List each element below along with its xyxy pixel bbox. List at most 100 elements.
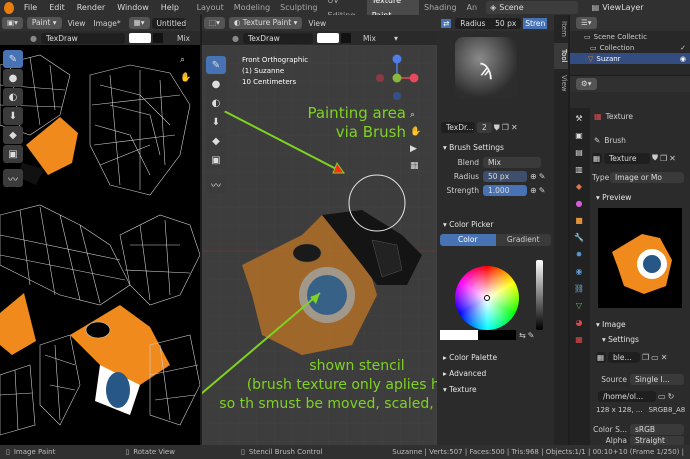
image-name-field[interactable]: Untitled <box>151 17 186 29</box>
particles-props-icon[interactable]: ✸ <box>572 247 586 261</box>
brush-context-row[interactable]: ✎ Brush <box>594 134 626 146</box>
strength-unit-icon[interactable]: ⊕ <box>530 186 537 195</box>
modifier-props-icon[interactable]: 🔧 <box>572 230 586 244</box>
mask-tool-icon[interactable]: ▣ <box>3 145 23 163</box>
menu-help[interactable]: Help <box>155 0 185 15</box>
image-menu[interactable]: Image* <box>89 19 124 28</box>
constraints-props-icon[interactable]: ⛓ <box>572 281 586 295</box>
viewport-mask-tool-icon[interactable]: ▣ <box>206 151 226 169</box>
grid-view-icon[interactable]: ▦ <box>410 158 421 175</box>
physics-props-icon[interactable]: ◉ <box>572 264 586 278</box>
texture-duplicate-icon[interactable]: ❐ <box>660 154 667 163</box>
properties-type-icon[interactable]: ⚙▾ <box>576 78 597 90</box>
color-wheel[interactable] <box>455 266 519 330</box>
texture-type-dropdown[interactable]: Image or Mo <box>610 171 684 183</box>
blend-dropdown[interactable]: Mix <box>483 157 541 168</box>
scene-collection-row[interactable]: ▭ Scene Collectic <box>570 31 690 42</box>
texture-paint-mode-dropdown[interactable]: ◐ Texture Paint ▾ <box>228 17 303 29</box>
viewport-secondary-swatch[interactable] <box>340 33 351 43</box>
texture-shield-icon[interactable]: ⛊ <box>652 153 658 163</box>
strength-pressure-icon[interactable]: ✎ <box>539 186 546 195</box>
texture-unlink-icon[interactable]: ✕ <box>669 154 676 163</box>
header-strength-field[interactable]: Stren <box>523 17 548 29</box>
suzanne-row[interactable]: ▽ Suzanr ◉ <box>570 53 690 64</box>
brush-settings-header[interactable]: ▾ Brush Settings <box>437 141 554 155</box>
image-open-icon[interactable]: ▭ <box>651 353 659 362</box>
navigation-gizmo[interactable] <box>372 53 422 103</box>
image-name-field[interactable]: ble... <box>608 351 640 363</box>
color-pressure-icon[interactable]: ✎ <box>528 331 535 340</box>
secondary-color-swatch[interactable] <box>152 33 163 43</box>
strength-field[interactable]: 1.000 <box>483 185 527 196</box>
image-browse-icon[interactable]: ▦▾ <box>128 17 150 29</box>
unlink-icon[interactable]: ✕ <box>511 123 518 132</box>
duplicate-icon[interactable]: ❐ <box>502 123 509 132</box>
viewport-blend-dropdown[interactable]: Mix <box>363 34 376 43</box>
color-palette-header[interactable]: ▸ Color Palette <box>437 350 554 366</box>
primary-color-swatch[interactable] <box>440 330 478 340</box>
color-tab[interactable]: Color <box>440 234 496 246</box>
viewport-smear-tool-icon[interactable]: ◐ <box>206 94 226 112</box>
secondary-color-box[interactable] <box>478 330 516 340</box>
image-section-header[interactable]: ▾ Image <box>590 318 626 332</box>
visibility-eye-icon[interactable]: ◉ <box>680 55 686 63</box>
soften-tool-icon[interactable]: ● <box>3 69 23 87</box>
swap-colors-icon[interactable]: ⇆ <box>519 331 526 340</box>
viewport-clone-tool-icon[interactable]: ⬇ <box>206 113 226 131</box>
fake-user-shield-icon[interactable]: ⛊ <box>494 123 500 133</box>
tab-item[interactable]: Item <box>554 15 568 43</box>
paint-mode-dropdown[interactable]: Paint ▾ <box>26 17 62 29</box>
settings-subheader[interactable]: ▾ Settings <box>596 333 639 347</box>
scene-selector[interactable]: ◈ Scene <box>486 1 578 14</box>
brush-datablock-name[interactable]: TexDr... <box>441 122 475 133</box>
brush-user-count[interactable]: 2 <box>477 122 492 133</box>
viewport-editor-type-icon[interactable]: ⬚▾ <box>204 17 225 29</box>
filepath-field[interactable]: /home/ol... <box>598 390 656 402</box>
viewport-draw-tool-icon[interactable]: ✎ <box>206 56 226 74</box>
image-editor[interactable]: ▣▾ Paint ▾ View Image* ▦▾ Untitled ● Tex… <box>0 15 200 445</box>
pan-hand-icon[interactable]: ✋ <box>180 73 191 83</box>
camera-icon[interactable]: ▶ <box>410 141 421 158</box>
image-browse-icon[interactable]: ▦ <box>596 351 606 363</box>
brush-color-swatch[interactable] <box>128 33 151 43</box>
object-props-icon[interactable]: ■ <box>572 213 586 227</box>
radius-unit-icon[interactable]: ⊕ <box>530 172 537 181</box>
viewlayer-selector[interactable]: ▤ ViewLayer <box>592 1 690 14</box>
scene-props-icon[interactable]: ◆ <box>572 179 586 193</box>
menu-edit[interactable]: Edit <box>43 0 71 15</box>
render-props-icon[interactable]: ▣ <box>572 128 586 142</box>
collection-check-icon[interactable]: ✓ <box>680 44 686 52</box>
source-dropdown[interactable]: Single I... <box>630 373 684 385</box>
radius-field[interactable]: 50 px <box>483 171 527 182</box>
tab-modeling[interactable]: Modeling <box>229 0 275 15</box>
outliner-type-icon[interactable]: ☰▾ <box>576 17 597 29</box>
zoom-icon[interactable]: ⌕ <box>180 55 185 65</box>
viewport-annotate-tool-icon[interactable]: 〰 <box>206 175 226 193</box>
radius-pressure-icon[interactable]: ✎ <box>539 172 546 181</box>
tab-view[interactable]: View <box>554 69 568 98</box>
output-props-icon[interactable]: ▤ <box>572 145 586 159</box>
tab-shading[interactable]: Shading <box>419 0 462 15</box>
view-menu[interactable]: View <box>64 19 90 28</box>
collection-row[interactable]: ▭ Collection ✓ <box>570 42 690 53</box>
tab-tool[interactable]: Tool <box>554 42 568 69</box>
menu-file[interactable]: File <box>18 0 43 15</box>
texture-header[interactable]: ▾ Texture <box>437 382 554 398</box>
snap-icon[interactable]: ⇄ <box>441 18 452 28</box>
blend-mode-dropdown[interactable]: Mix <box>177 34 190 43</box>
viewport-zoom-icon[interactable]: ⌕ <box>410 107 421 124</box>
advanced-header[interactable]: ▸ Advanced <box>437 366 554 382</box>
brush-name-field[interactable]: TexDraw <box>40 32 125 44</box>
data-props-icon[interactable]: ▽ <box>572 298 586 312</box>
uv-canvas[interactable] <box>0 45 200 445</box>
menu-render[interactable]: Render <box>71 0 111 15</box>
color-picker-header[interactable]: ▾ Color Picker <box>437 218 554 232</box>
tool-props-icon[interactable]: ⚒ <box>572 111 586 125</box>
texture-props-icon[interactable]: ▦ <box>572 332 586 346</box>
brush-preview-thumbnail[interactable]: ϡ <box>455 37 517 99</box>
viewport-brush-field[interactable]: TexDraw <box>242 32 313 44</box>
folder-icon[interactable]: ▭ <box>658 392 666 401</box>
viewport-soften-tool-icon[interactable]: ● <box>206 75 226 93</box>
texture-name-field[interactable]: Texture <box>604 152 650 164</box>
texture-browse-icon[interactable]: ▦ <box>592 152 602 164</box>
